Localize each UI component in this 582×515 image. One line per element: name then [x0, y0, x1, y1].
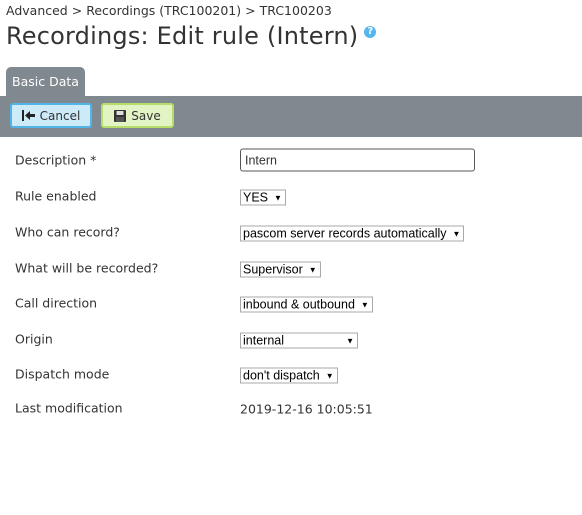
breadcrumb-separator: >	[71, 3, 83, 18]
cancel-label: Cancel	[39, 108, 81, 123]
what-recorded-select[interactable]: Supervisor ▼	[240, 261, 321, 278]
breadcrumb-item-current: TRC100203	[259, 3, 332, 18]
row-dispatch-mode: Dispatch mode don't dispatch ▼	[0, 362, 582, 386]
floppy-disk-icon	[114, 109, 127, 122]
dropdown-arrow-icon: ▼	[274, 193, 282, 202]
row-who-can-record: Who can record? pascom server records au…	[0, 220, 582, 244]
who-can-record-value: pascom server records automatically	[243, 226, 447, 241]
tab-basic-data[interactable]: Basic Data	[6, 67, 85, 96]
last-modification-label: Last modification	[15, 400, 123, 416]
dropdown-arrow-icon: ▼	[452, 229, 461, 238]
who-can-record-label: Who can record?	[15, 224, 120, 240]
row-last-modification: Last modification 2019-12-16 10:05:51	[0, 396, 582, 420]
dropdown-arrow-icon: ▼	[325, 371, 334, 380]
help-question-icon[interactable]: ?	[364, 26, 377, 38]
dispatch-mode-value: don't dispatch	[243, 368, 320, 383]
row-origin: Origin internal ▼	[0, 327, 582, 351]
what-recorded-value: Supervisor	[243, 262, 303, 277]
cancel-button[interactable]: Cancel	[10, 103, 92, 128]
breadcrumb-item-recordings[interactable]: Recordings (TRC100201)	[86, 3, 241, 18]
dispatch-mode-label: Dispatch mode	[15, 366, 110, 382]
breadcrumb-separator: >	[245, 3, 256, 18]
breadcrumb-item-advanced[interactable]: Advanced	[6, 3, 68, 18]
call-direction-label: Call direction	[15, 295, 98, 311]
description-input[interactable]	[240, 148, 475, 172]
save-label: Save	[131, 108, 161, 123]
page-title-text: Recordings: Edit rule (Intern)	[6, 22, 359, 50]
origin-label: Origin	[15, 331, 53, 347]
rule-enabled-value: YES	[243, 190, 269, 205]
call-direction-value: inbound & outbound	[243, 297, 355, 312]
description-label: Description *	[15, 152, 97, 168]
origin-select[interactable]: internal ▼	[240, 332, 358, 349]
breadcrumb: Advanced > Recordings (TRC100201) > TRC10020…	[6, 3, 332, 18]
what-recorded-label: What will be recorded?	[15, 260, 159, 276]
dropdown-arrow-icon: ▼	[360, 300, 369, 309]
last-modification-value: 2019-12-16 10:05:51	[240, 401, 373, 417]
rule-enabled-select[interactable]: YES ▼	[240, 189, 286, 206]
call-direction-select[interactable]: inbound & outbound ▼	[240, 296, 373, 313]
row-rule-enabled: Rule enabled YES ▼	[0, 184, 582, 208]
dispatch-mode-select[interactable]: don't dispatch ▼	[240, 367, 338, 384]
origin-value: internal	[243, 333, 284, 348]
page-title: Recordings: Edit rule (Intern)?	[6, 22, 377, 50]
who-can-record-select[interactable]: pascom server records automatically ▼	[240, 225, 465, 242]
toolbar: Cancel Save	[0, 96, 582, 137]
row-description: Description *	[0, 148, 582, 172]
rule-enabled-label: Rule enabled	[15, 188, 97, 204]
row-call-direction: Call direction inbound & outbound ▼	[0, 291, 582, 315]
row-what-recorded: What will be recorded? Supervisor ▼	[0, 256, 582, 280]
back-arrow-icon	[21, 110, 35, 121]
dropdown-arrow-icon: ▼	[308, 265, 317, 274]
save-button[interactable]: Save	[101, 103, 174, 128]
dropdown-arrow-icon: ▼	[346, 336, 354, 345]
